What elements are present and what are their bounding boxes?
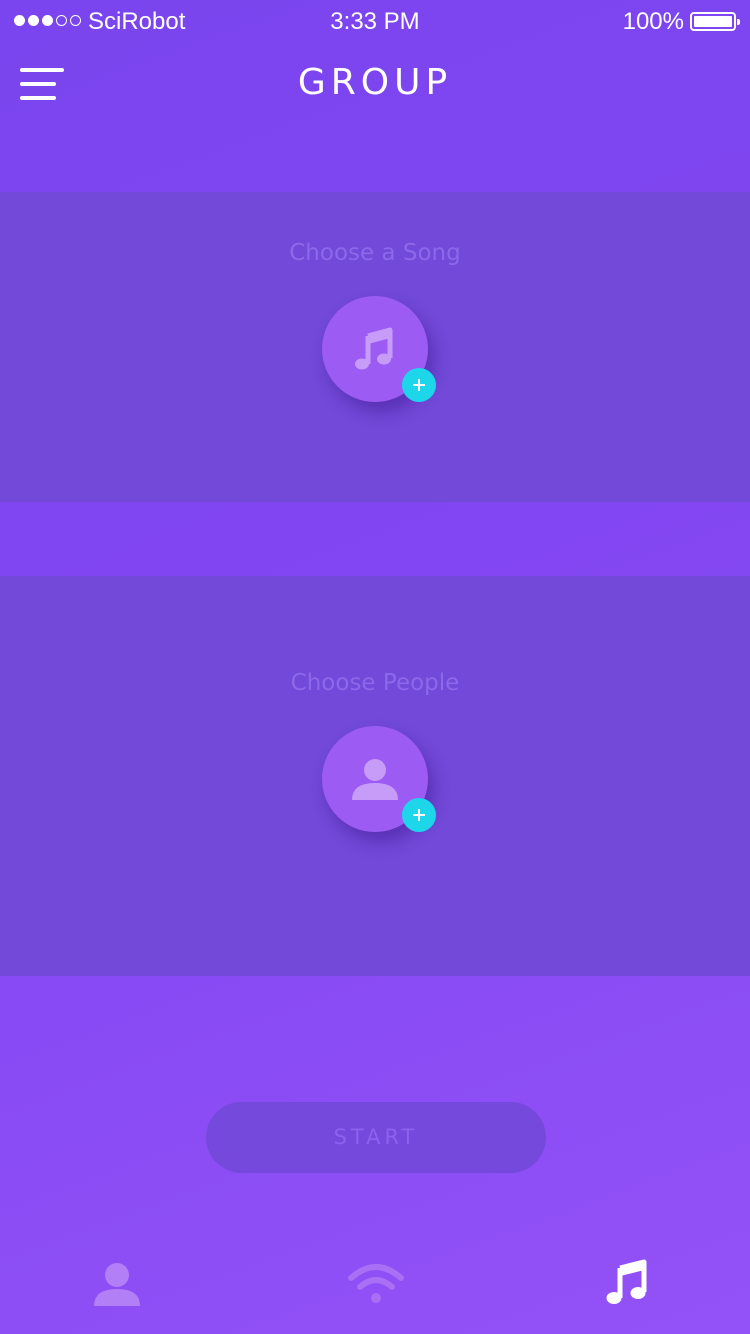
person-icon bbox=[352, 759, 398, 800]
page-title: GROUP bbox=[297, 62, 453, 103]
person-icon bbox=[94, 1263, 140, 1306]
choose-song-panel: Choose a Song bbox=[0, 192, 750, 502]
music-note-icon bbox=[355, 327, 393, 370]
start-button[interactable]: START bbox=[206, 1102, 546, 1173]
add-song-plus-icon[interactable] bbox=[402, 368, 436, 402]
tab-music[interactable] bbox=[600, 1252, 720, 1322]
battery-percent: 100% bbox=[622, 8, 684, 35]
battery-icon bbox=[690, 12, 740, 31]
tab-profile[interactable] bbox=[86, 1252, 206, 1322]
choose-people-button[interactable] bbox=[322, 726, 436, 832]
choose-people-label: Choose People bbox=[290, 670, 460, 696]
wifi-icon bbox=[348, 1264, 404, 1303]
add-people-plus-icon[interactable] bbox=[402, 798, 436, 832]
music-note-icon bbox=[606, 1259, 647, 1304]
choose-song-label: Choose a Song bbox=[289, 240, 461, 266]
choose-people-panel: Choose People bbox=[0, 576, 750, 976]
status-bar: SciRobot 3:33 PM 100% bbox=[0, 0, 750, 44]
choose-song-button[interactable] bbox=[322, 296, 436, 402]
tab-wifi[interactable] bbox=[345, 1252, 465, 1322]
